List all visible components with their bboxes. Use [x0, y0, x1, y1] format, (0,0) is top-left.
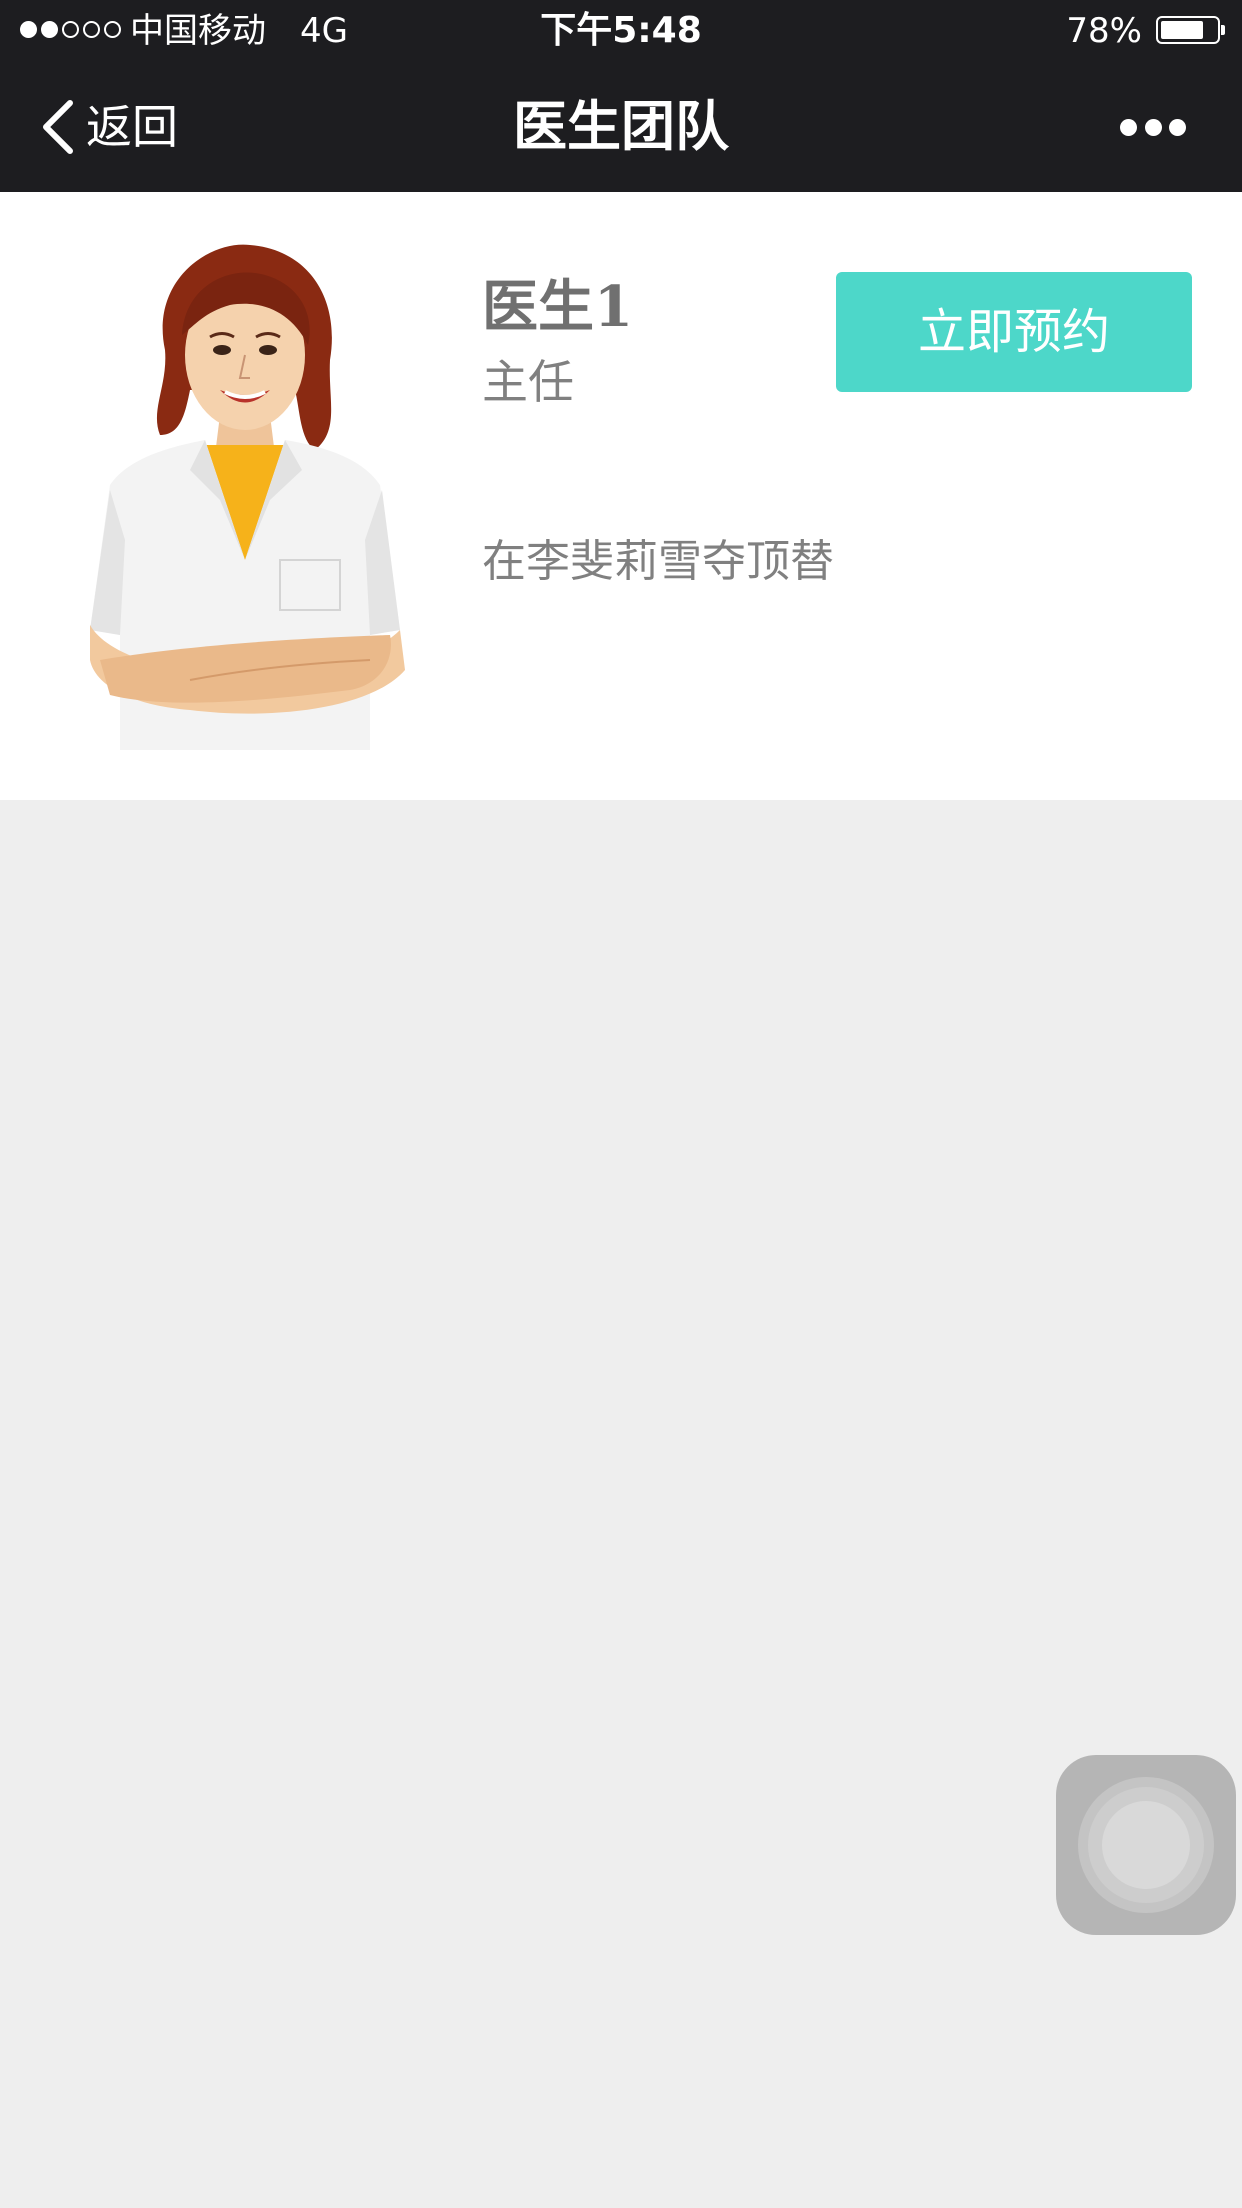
more-button[interactable]: [1120, 117, 1186, 137]
battery-icon: [1156, 16, 1225, 44]
battery-percentage: 78%: [1066, 11, 1142, 51]
battery-nub: [1221, 25, 1225, 35]
doctor-name: 医生1: [482, 274, 633, 340]
nav-bar: 返回 医生团队: [0, 62, 1242, 192]
doctor-description: 在李斐莉雪夺顶替: [482, 536, 834, 587]
status-time: 下午5:48: [540, 10, 702, 51]
more-dots-icon: [1120, 118, 1137, 136]
assistive-touch-core: [1102, 1801, 1190, 1889]
more-dots-icon: [1169, 118, 1186, 136]
status-bar: 中国移动 4G 下午5:48 78%: [0, 0, 1242, 62]
screen: 中国移动 4G 下午5:48 78% 返回 医生团队 医生1 主任 在李斐莉雪夺…: [0, 0, 1242, 2208]
assistive-touch-button[interactable]: [1056, 1755, 1236, 1935]
battery-level-fill: [1161, 21, 1204, 39]
doctor-avatar: [90, 244, 405, 750]
doctor-card[interactable]: 医生1 主任 在李斐莉雪夺顶替 立即预约: [0, 192, 1242, 800]
book-appointment-button[interactable]: 立即预约: [836, 272, 1192, 392]
page-title: 医生团队: [513, 95, 729, 158]
more-dots-icon: [1144, 118, 1162, 136]
doctor-title: 主任: [482, 355, 574, 409]
